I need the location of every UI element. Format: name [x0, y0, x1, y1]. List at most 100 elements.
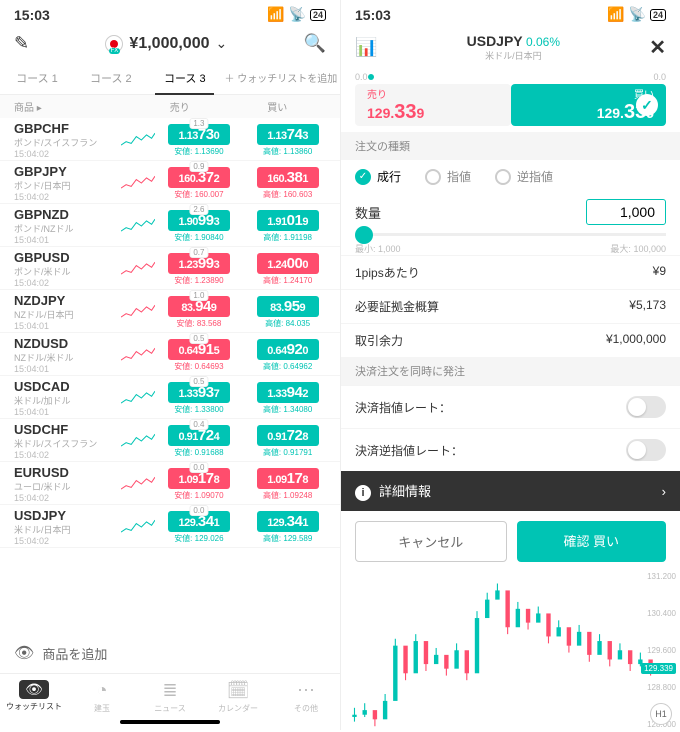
- instrument-row[interactable]: USDJPY 米ドル/日本円 15:04:02 0.0 129.341 安値: …: [0, 505, 340, 548]
- watchlist-icon: 👁: [19, 680, 49, 699]
- buy-price-pill[interactable]: 0.91728: [257, 425, 319, 446]
- sell-price-col[interactable]: 0.9 160.372 安値: 160.007: [155, 167, 244, 200]
- buy-price-col[interactable]: 160.381 高値: 160.603: [243, 167, 332, 200]
- status-time: 15:03: [355, 7, 391, 23]
- add-watchlist-tab[interactable]: ＋ ウォッチリストを追加: [222, 62, 340, 94]
- buy-price-pill[interactable]: 1.24000: [257, 253, 319, 274]
- instrument-info: NZDJPY NZドル/日本円 15:04:01: [14, 293, 121, 331]
- sell-price-col[interactable]: 0.4 0.91724 安値: 0.91688: [155, 425, 244, 458]
- status-time: 15:03: [14, 7, 50, 23]
- sell-price-col[interactable]: 0.7 1.23993 安値: 1.23890: [155, 253, 244, 286]
- sell-price-col[interactable]: 0.0 1.09178 安値: 1.09070: [155, 468, 244, 501]
- signal-icon: 📶: [267, 6, 284, 23]
- buy-price-pill[interactable]: 160.381: [257, 167, 319, 188]
- cancel-button[interactable]: キャンセル: [355, 521, 507, 562]
- instrument-row[interactable]: GBPCHF ポンド/スイスフラン 15:04:02 1.3 1.13730 安…: [0, 118, 340, 161]
- buy-price-pill[interactable]: 1.09178: [257, 468, 319, 489]
- close-icon[interactable]: ✕: [649, 35, 666, 60]
- instrument-time: 15:04:02: [14, 149, 121, 159]
- low-price: 安値: 1.09070: [174, 490, 223, 501]
- instrument-row[interactable]: NZDJPY NZドル/日本円 15:04:01 1.0 83.949 安値: …: [0, 290, 340, 333]
- buy-price-pill[interactable]: 1.91019: [257, 210, 319, 231]
- instrument-row[interactable]: GBPUSD ポンド/米ドル 15:04:02 0.7 1.23993 安値: …: [0, 247, 340, 290]
- buy-price-col[interactable]: 1.91019 高値: 1.91198: [243, 210, 332, 243]
- take-profit-toggle[interactable]: [626, 396, 666, 418]
- buy-price-pill[interactable]: 1.13743: [257, 124, 319, 145]
- spread-dot: [368, 74, 374, 80]
- sell-price-col[interactable]: 1.0 83.949 安値: 83.568: [155, 296, 244, 329]
- nav-positions[interactable]: ◔ 建玉: [68, 680, 136, 714]
- tab-course-1[interactable]: コース 1: [0, 62, 74, 94]
- quantity-slider[interactable]: 最小: 1,000 最大: 100,000: [341, 231, 680, 255]
- price-chart[interactable]: 131.200130.400129.600128.800128.000 129.…: [349, 572, 678, 729]
- sell-price-col[interactable]: 0.5 0.64915 安値: 0.64693: [155, 339, 244, 372]
- home-indicator[interactable]: [120, 720, 220, 724]
- nav-watchlist[interactable]: 👁 ウォッチリスト: [0, 680, 68, 714]
- instrument-desc: ユーロ/米ドル: [14, 480, 121, 493]
- quantity-input[interactable]: 1,000: [586, 199, 666, 225]
- nav-news[interactable]: ≣ ニュース: [136, 680, 204, 714]
- radio-icon: [495, 169, 511, 185]
- tab-course-3[interactable]: コース 3: [148, 62, 222, 94]
- buy-price-col[interactable]: 129.341 高値: 129.589: [243, 511, 332, 544]
- sell-button[interactable]: 売り 129.339: [355, 84, 511, 126]
- sell-price-col[interactable]: 0.5 1.33937 安値: 1.33800: [155, 382, 244, 415]
- account-selector[interactable]: FX ¥1,000,000 ⌄: [105, 35, 227, 53]
- edit-icon[interactable]: ✎: [14, 33, 29, 54]
- sparkline-icon: [121, 301, 155, 323]
- instrument-time: 15:04:02: [14, 493, 121, 503]
- instrument-info: USDJPY 米ドル/日本円 15:04:02: [14, 508, 121, 546]
- instrument-time: 15:04:02: [14, 536, 121, 546]
- col-name[interactable]: 商品 ▸: [14, 99, 131, 114]
- slider-thumb[interactable]: [355, 226, 373, 244]
- tab-course-2[interactable]: コース 2: [74, 62, 148, 94]
- search-icon[interactable]: 🔍: [304, 33, 326, 54]
- instrument-row[interactable]: USDCHF 米ドル/スイスフラン 15:04:02 0.4 0.91724 安…: [0, 419, 340, 462]
- radio-icon: [425, 169, 441, 185]
- instrument-row[interactable]: GBPNZD ポンド/NZドル 15:04:01 2.6 1.90993 安値:…: [0, 204, 340, 247]
- detail-info-button[interactable]: i詳細情報 ›: [341, 471, 680, 511]
- instrument-row[interactable]: GBPJPY ポンド/日本円 15:04:02 0.9 160.372 安値: …: [0, 161, 340, 204]
- buy-price-col[interactable]: 1.33942 高値: 1.34080: [243, 382, 332, 415]
- instrument-time: 15:04:02: [14, 450, 121, 460]
- buy-price-pill[interactable]: 83.959: [257, 296, 319, 317]
- sparkline-icon: [121, 387, 155, 409]
- sell-price-col[interactable]: 1.3 1.13730 安値: 1.13690: [155, 124, 244, 157]
- sparkline-icon: [121, 430, 155, 452]
- instrument-row[interactable]: NZDUSD NZドル/米ドル 15:04:01 0.5 0.64915 安値:…: [0, 333, 340, 376]
- stop-loss-toggle[interactable]: [626, 439, 666, 461]
- buy-price-pill[interactable]: 0.64920: [257, 339, 319, 360]
- wifi-icon: 📡: [629, 6, 646, 23]
- order-type-stop[interactable]: 逆指値: [495, 168, 553, 185]
- buy-price-col[interactable]: 0.91728 高値: 0.91791: [243, 425, 332, 458]
- instrument-row[interactable]: EURUSD ユーロ/米ドル 15:04:02 0.0 1.09178 安値: …: [0, 462, 340, 505]
- sell-price-col[interactable]: 0.0 129.341 安値: 129.026: [155, 511, 244, 544]
- nav-more[interactable]: ⋯ その他: [272, 680, 340, 714]
- buy-price-col[interactable]: 1.13743 高値: 1.13860: [243, 124, 332, 157]
- high-price: 高値: 1.91198: [263, 232, 312, 243]
- sell-price-col[interactable]: 2.6 1.90993 安値: 1.90840: [155, 210, 244, 243]
- instrument-list[interactable]: GBPCHF ポンド/スイスフラン 15:04:02 1.3 1.13730 安…: [0, 118, 340, 633]
- add-product-button[interactable]: 👁 商品を追加: [0, 633, 340, 673]
- instrument-symbol: GBPCHF: [14, 121, 121, 136]
- timeframe-badge[interactable]: H1: [650, 703, 672, 725]
- chart-icon[interactable]: 📊: [355, 37, 377, 58]
- status-icons: 📶 📡 24: [267, 6, 326, 23]
- buy-price-pill[interactable]: 129.341: [257, 511, 319, 532]
- buy-price-col[interactable]: 0.64920 高値: 0.64962: [243, 339, 332, 372]
- order-type-market[interactable]: 成行: [355, 168, 401, 185]
- spread-badge: 0.9: [189, 161, 208, 172]
- nav-calendar[interactable]: 🗓 カレンダー: [204, 680, 272, 714]
- buy-price-col[interactable]: 83.959 高値: 84.035: [243, 296, 332, 329]
- buy-button[interactable]: 買い 129.339 ✓: [511, 84, 667, 126]
- low-price: 安値: 129.026: [174, 533, 223, 544]
- stop-loss-toggle-row: 決済逆指値レート：: [341, 428, 680, 471]
- buy-price-pill[interactable]: 1.33942: [257, 382, 319, 403]
- instrument-info: NZDUSD NZドル/米ドル 15:04:01: [14, 336, 121, 374]
- instrument-row[interactable]: USDCAD 米ドル/加ドル 15:04:01 0.5 1.33937 安値: …: [0, 376, 340, 419]
- confirm-buy-button[interactable]: 確認 買い: [517, 521, 667, 562]
- buy-price-col[interactable]: 1.24000 高値: 1.24170: [243, 253, 332, 286]
- instrument-desc: NZドル/米ドル: [14, 351, 121, 364]
- order-type-limit[interactable]: 指値: [425, 168, 471, 185]
- buy-price-col[interactable]: 1.09178 高値: 1.09248: [243, 468, 332, 501]
